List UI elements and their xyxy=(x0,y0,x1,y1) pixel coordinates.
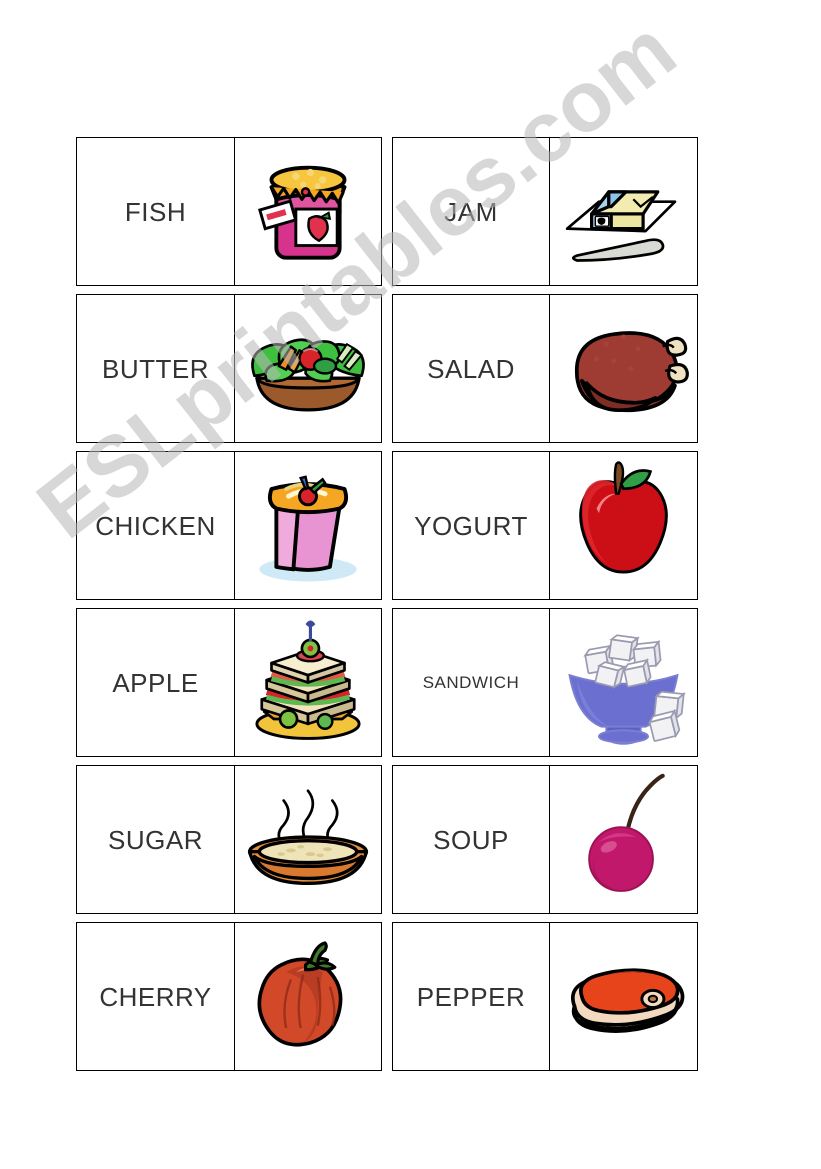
domino-word-half: SOUP xyxy=(393,766,550,913)
jam-jar-icon xyxy=(235,138,381,285)
domino-picture-half xyxy=(235,609,381,756)
domino-word-half: JAM xyxy=(393,138,550,285)
domino-word: SALAD xyxy=(427,353,515,384)
domino-picture-half xyxy=(235,452,381,599)
domino-picture-half xyxy=(550,452,697,599)
cherry-icon xyxy=(550,766,697,913)
domino-row: CHICKEN YOGURT xyxy=(76,451,698,600)
domino-word-half: BUTTER xyxy=(77,295,235,442)
domino-card[interactable]: PEPPER xyxy=(392,922,698,1071)
domino-word: BUTTER xyxy=(102,353,209,384)
domino-card[interactable]: SOUP xyxy=(392,765,698,914)
domino-picture-half xyxy=(550,295,697,442)
steak-icon xyxy=(550,923,697,1070)
domino-word-half: APPLE xyxy=(77,609,235,756)
domino-card[interactable]: SUGAR xyxy=(76,765,382,914)
domino-card[interactable]: SANDWICH xyxy=(392,608,698,757)
domino-row: APPLE SANDWICH xyxy=(76,608,698,757)
domino-card[interactable]: CHICKEN xyxy=(76,451,382,600)
butter-icon xyxy=(550,138,697,285)
domino-word-half: PEPPER xyxy=(393,923,550,1070)
domino-card[interactable]: YOGURT xyxy=(392,451,698,600)
domino-picture-half xyxy=(550,609,697,756)
domino-word: YOGURT xyxy=(414,510,528,541)
domino-word: PEPPER xyxy=(416,981,526,1012)
domino-word-half: CHERRY xyxy=(77,923,235,1070)
domino-word: SOUP xyxy=(433,824,509,855)
domino-picture-half xyxy=(550,138,697,285)
chicken-icon xyxy=(550,295,697,442)
domino-word-half: YOGURT xyxy=(393,452,550,599)
domino-row: BUTTER SALAD xyxy=(76,294,698,443)
domino-picture-half xyxy=(235,766,381,913)
sugar-bowl-icon xyxy=(550,609,697,756)
domino-word: FISH xyxy=(124,196,187,227)
domino-word: SUGAR xyxy=(108,824,203,855)
domino-word: SANDWICH xyxy=(422,673,520,692)
domino-card[interactable]: BUTTER xyxy=(76,294,382,443)
domino-row: FISH JAM xyxy=(76,137,698,286)
domino-word-half: FISH xyxy=(77,138,235,285)
pepper-icon xyxy=(235,923,381,1070)
domino-picture-half xyxy=(235,923,381,1070)
sandwich-icon xyxy=(235,609,381,756)
domino-word: CHERRY xyxy=(99,981,212,1012)
domino-card[interactable]: CHERRY xyxy=(76,922,382,1071)
domino-card[interactable]: FISH xyxy=(76,137,382,286)
soup-bowl-icon xyxy=(235,766,381,913)
yogurt-cup-icon xyxy=(235,452,381,599)
apple-icon xyxy=(550,452,697,599)
domino-grid: FISH JAM BUTTER SALAD CHICKEN YOGURT APP… xyxy=(76,137,698,1071)
domino-word-half: SANDWICH xyxy=(393,609,550,756)
domino-word: JAM xyxy=(444,196,498,227)
domino-word: APPLE xyxy=(112,667,199,698)
worksheet-page: FISH JAM BUTTER SALAD CHICKEN YOGURT APP… xyxy=(0,0,821,1169)
domino-picture-half xyxy=(550,923,697,1070)
domino-word-half: SALAD xyxy=(393,295,550,442)
domino-card[interactable]: APPLE xyxy=(76,608,382,757)
domino-row: SUGAR SOUP xyxy=(76,765,698,914)
domino-picture-half xyxy=(235,138,381,285)
domino-word-half: CHICKEN xyxy=(77,452,235,599)
domino-word-half: SUGAR xyxy=(77,766,235,913)
domino-picture-half xyxy=(550,766,697,913)
salad-bowl-icon xyxy=(235,295,381,442)
domino-word: CHICKEN xyxy=(95,510,216,541)
domino-card[interactable]: SALAD xyxy=(392,294,698,443)
domino-picture-half xyxy=(235,295,381,442)
domino-row: CHERRY PEPPER xyxy=(76,922,698,1071)
domino-card[interactable]: JAM xyxy=(392,137,698,286)
